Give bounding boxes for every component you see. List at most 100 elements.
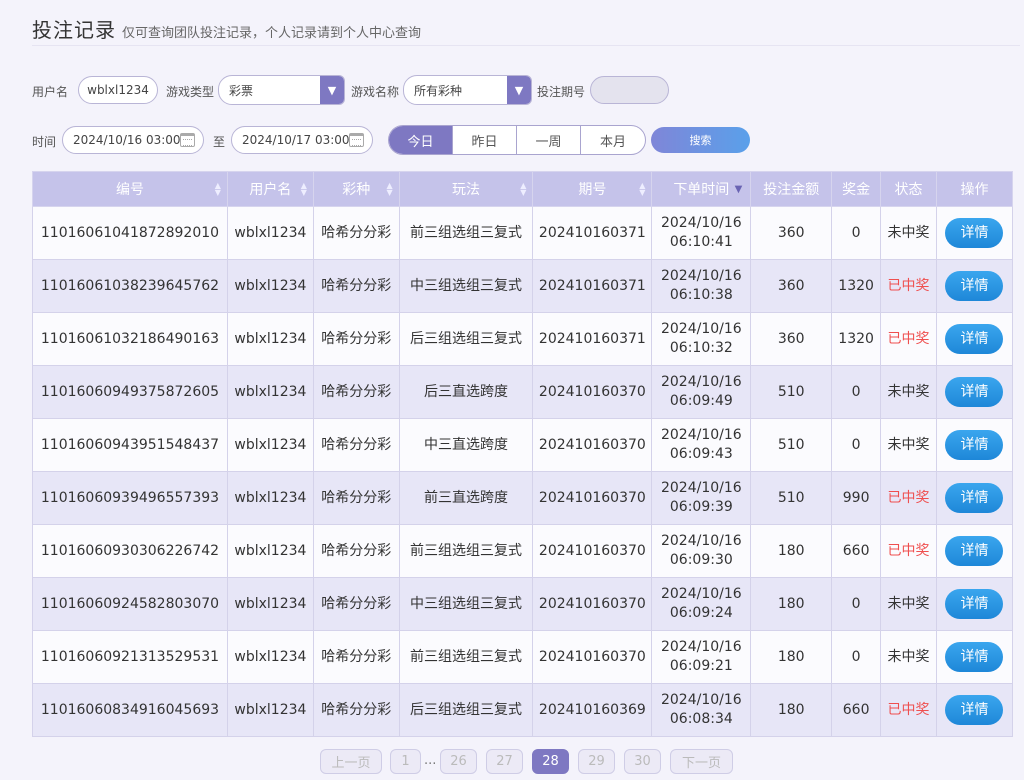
game-name-select[interactable]: 所有彩种 ▼ — [403, 75, 532, 105]
order-clock: 06:09:30 — [669, 552, 733, 568]
column-header-prize: 奖金 — [831, 171, 882, 207]
cell-prize: 660 — [831, 683, 882, 737]
cell-user: wblxl1234 — [226, 418, 314, 472]
cell-action: 详情 — [935, 577, 1014, 631]
cell-status: 未中奖 — [880, 418, 937, 472]
table-header-row: 编号 ▲ ▼ 用户名 ▲ ▼ 彩种 ▲ ▼ 玩法 ▲ ▼ 期号 ▲ ▼ 下单时间 ▼ 投注金额 奖金 … — [32, 171, 1014, 207]
cell-prize: 990 — [831, 471, 882, 525]
cell-order-time: 2024/10/16 06:10:41 — [651, 206, 752, 260]
calendar-icon[interactable] — [180, 133, 195, 147]
detail-button[interactable]: 详情 — [945, 589, 1004, 619]
time-label: 时间 — [32, 135, 57, 149]
order-clock: 06:09:21 — [669, 658, 733, 674]
cell-status: 已中奖 — [880, 524, 937, 578]
next-page-button[interactable]: 下一页 — [670, 749, 733, 774]
cell-play: 前三组选组三复式 — [398, 524, 534, 578]
table-row: 11016060834916045693 wblxl1234 哈希分分彩 后三组选组三… — [32, 683, 1014, 737]
range-month-button[interactable]: 本月 — [581, 126, 645, 154]
page-button-1[interactable]: 1 — [390, 749, 421, 774]
column-header-order-time[interactable]: 下单时间 ▼ — [651, 171, 752, 207]
page-button-29[interactable]: 29 — [578, 749, 615, 774]
cell-action: 详情 — [935, 259, 1014, 313]
order-clock: 06:09:39 — [669, 499, 733, 515]
issue-input[interactable] — [590, 76, 669, 104]
range-week-button[interactable]: 一周 — [517, 126, 581, 154]
cell-status: 已中奖 — [880, 259, 937, 313]
username-input[interactable]: wblxl1234 — [78, 76, 158, 104]
cell-id: 11016061038239645762 — [32, 259, 228, 313]
cell-prize: 0 — [831, 206, 882, 260]
cell-play: 后三组选组三复式 — [398, 312, 534, 366]
cell-lottery: 哈希分分彩 — [312, 630, 400, 684]
cell-play: 前三直选跨度 — [398, 471, 534, 525]
column-header-play[interactable]: 玩法 ▲ ▼ — [398, 171, 534, 207]
sort-icon[interactable]: ▲ ▼ — [639, 182, 645, 197]
detail-button[interactable]: 详情 — [945, 642, 1004, 672]
cell-id: 11016060943951548437 — [32, 418, 228, 472]
column-header-issue[interactable]: 期号 ▲ ▼ — [532, 171, 653, 207]
order-clock: 06:10:38 — [669, 287, 733, 303]
sort-icon[interactable]: ▲ ▼ — [215, 182, 221, 197]
page-button-30[interactable]: 30 — [624, 749, 661, 774]
cell-issue: 202410160370 — [532, 524, 653, 578]
calendar-icon[interactable] — [349, 133, 364, 147]
cell-play: 前三组选组三复式 — [398, 206, 534, 260]
cell-status: 已中奖 — [880, 312, 937, 366]
game-type-value: 彩票 — [229, 83, 254, 98]
search-button[interactable]: 搜索 — [651, 127, 750, 153]
detail-button[interactable]: 详情 — [945, 324, 1004, 354]
chevron-down-icon: ▼ — [507, 76, 531, 104]
prev-page-button[interactable]: 上一页 — [320, 749, 382, 774]
column-header-user[interactable]: 用户名 ▲ ▼ — [226, 171, 314, 207]
column-header-lottery[interactable]: 彩种 ▲ ▼ — [312, 171, 400, 207]
username-value: wblxl1234 — [87, 83, 149, 97]
cell-prize: 1320 — [831, 312, 882, 366]
cell-play: 中三组选组三复式 — [398, 577, 534, 631]
detail-button[interactable]: 详情 — [945, 271, 1004, 301]
order-clock: 06:10:32 — [669, 340, 733, 356]
cell-amount: 360 — [750, 312, 833, 366]
column-header-amount: 投注金额 — [750, 171, 833, 207]
range-yesterday-button[interactable]: 昨日 — [453, 126, 517, 154]
page-button-27[interactable]: 27 — [486, 749, 523, 774]
cell-issue: 202410160370 — [532, 471, 653, 525]
cell-prize: 1320 — [831, 259, 882, 313]
detail-button[interactable]: 详情 — [945, 430, 1004, 460]
column-header-status: 状态 — [880, 171, 937, 207]
cell-user: wblxl1234 — [226, 206, 314, 260]
cell-issue: 202410160371 — [532, 206, 653, 260]
sort-icon[interactable]: ▲ ▼ — [387, 182, 393, 197]
cell-amount: 510 — [750, 365, 833, 419]
order-date: 2024/10/16 — [660, 480, 742, 496]
order-clock: 06:08:34 — [669, 711, 733, 727]
sort-icon[interactable]: ▲ ▼ — [301, 182, 307, 197]
detail-button[interactable]: 详情 — [945, 377, 1004, 407]
start-time-input[interactable]: 2024/10/16 03:00 — [62, 126, 204, 154]
column-header-id[interactable]: 编号 ▲ ▼ — [32, 171, 228, 207]
date-range-tabs: 今日 昨日 一周 本月 — [388, 125, 646, 155]
page-button-28[interactable]: 28 — [532, 749, 569, 774]
cell-issue: 202410160370 — [532, 577, 653, 631]
end-time-input[interactable]: 2024/10/17 03:00 — [231, 126, 373, 154]
order-date: 2024/10/16 — [660, 586, 742, 602]
game-type-select[interactable]: 彩票 ▼ — [218, 75, 345, 105]
cell-id: 11016060924582803070 — [32, 577, 228, 631]
cell-issue: 202410160369 — [532, 683, 653, 737]
range-today-button[interactable]: 今日 — [389, 126, 453, 154]
cell-order-time: 2024/10/16 06:08:34 — [651, 683, 752, 737]
order-date: 2024/10/16 — [660, 268, 742, 284]
sort-desc-icon[interactable]: ▼ — [735, 184, 743, 195]
table-row: 11016061032186490163 wblxl1234 哈希分分彩 后三组选组三… — [32, 312, 1014, 366]
detail-button[interactable]: 详情 — [945, 695, 1004, 725]
cell-order-time: 2024/10/16 06:09:39 — [651, 471, 752, 525]
detail-button[interactable]: 详情 — [945, 483, 1004, 513]
page-button-26[interactable]: 26 — [440, 749, 477, 774]
cell-lottery: 哈希分分彩 — [312, 365, 400, 419]
detail-button[interactable]: 详情 — [945, 218, 1004, 248]
cell-order-time: 2024/10/16 06:10:32 — [651, 312, 752, 366]
sort-icon[interactable]: ▲ ▼ — [520, 182, 526, 197]
cell-status: 未中奖 — [880, 630, 937, 684]
detail-button[interactable]: 详情 — [945, 536, 1004, 566]
cell-id: 11016060939496557393 — [32, 471, 228, 525]
cell-order-time: 2024/10/16 06:09:43 — [651, 418, 752, 472]
